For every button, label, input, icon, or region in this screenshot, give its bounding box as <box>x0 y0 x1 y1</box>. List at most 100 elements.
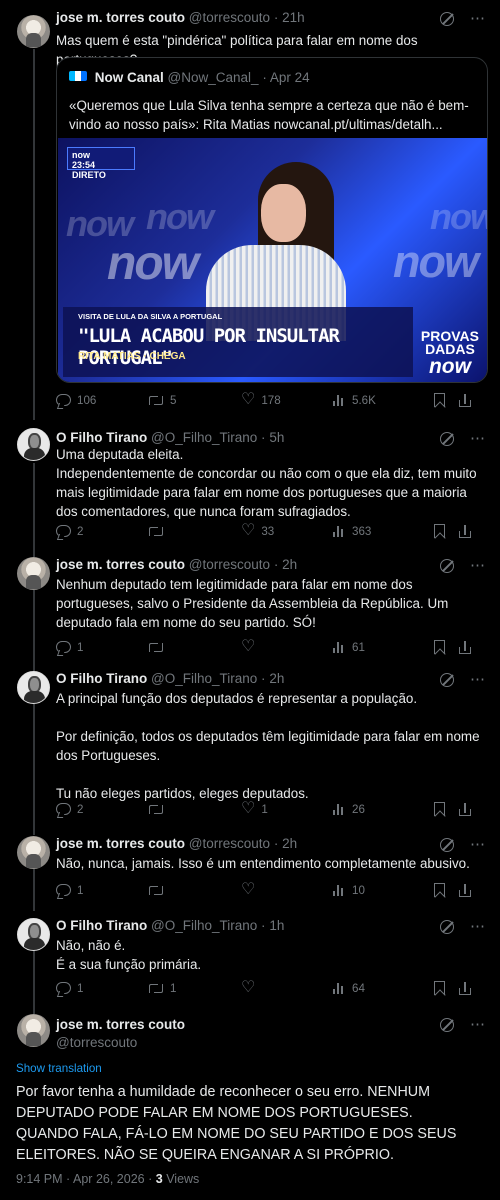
more-icon[interactable]: ⋯ <box>470 672 486 687</box>
post-time[interactable]: 2h <box>282 557 297 572</box>
reply-icon <box>56 641 71 653</box>
show-translation-link[interactable]: Show translation <box>16 1062 102 1075</box>
more-icon[interactable]: ⋯ <box>470 1017 486 1032</box>
more-icon[interactable]: ⋯ <box>470 11 486 26</box>
username[interactable]: @torrescouto <box>189 836 270 851</box>
views-button[interactable]: 64 <box>333 982 421 995</box>
grok-icon[interactable] <box>440 838 454 852</box>
like-button[interactable]: ♡ <box>241 639 333 655</box>
share-icon[interactable] <box>459 640 471 654</box>
repost-button[interactable] <box>148 525 241 537</box>
display-name[interactable]: jose m. torres couto <box>56 10 185 25</box>
like-button[interactable]: ♡ <box>241 980 333 996</box>
bookmark-icon[interactable] <box>434 393 445 407</box>
grok-icon[interactable] <box>440 12 454 26</box>
bookmark-icon[interactable] <box>434 802 445 816</box>
views-button[interactable]: 26 <box>333 803 421 816</box>
bookmark-icon[interactable] <box>434 981 445 995</box>
display-name[interactable]: jose m. torres couto <box>56 1016 486 1034</box>
reply-button[interactable]: 106 <box>56 394 148 407</box>
post[interactable]: jose m. torres couto @torrescouto · 2h ⋯… <box>0 826 500 908</box>
bookmark-icon[interactable] <box>434 640 445 654</box>
avatar[interactable] <box>17 836 50 869</box>
username[interactable]: @O_Filho_Tirano <box>151 918 257 933</box>
more-icon[interactable]: ⋯ <box>470 837 486 852</box>
repost-button[interactable]: 5 <box>148 394 241 407</box>
post[interactable]: jose m. torres couto @torrescouto · 21h … <box>0 0 500 420</box>
share-icon[interactable] <box>459 524 471 538</box>
views-button[interactable]: 61 <box>333 641 421 654</box>
reply-button[interactable]: 2 <box>56 525 148 538</box>
post[interactable]: O Filho Tirano @O_Filho_Tirano · 1h ⋯ Nã… <box>0 908 500 1008</box>
main-post-date[interactable]: Apr 26, 2026 <box>73 1172 145 1186</box>
more-icon[interactable]: ⋯ <box>470 558 486 573</box>
share-icon[interactable] <box>459 981 471 995</box>
display-name[interactable]: O Filho Tirano <box>56 918 147 933</box>
username[interactable]: @torrescouto <box>189 10 270 25</box>
like-button[interactable]: ♡ 178 <box>241 392 333 408</box>
avatar[interactable] <box>17 671 50 704</box>
post-time[interactable]: 5h <box>269 430 284 445</box>
share-icon[interactable] <box>459 802 471 816</box>
main-post-time[interactable]: 9:14 PM <box>16 1172 63 1186</box>
share-icon[interactable] <box>459 393 471 407</box>
grok-icon[interactable] <box>440 673 454 687</box>
avatar[interactable] <box>17 428 50 461</box>
quoted-username[interactable]: @Now_Canal_ <box>168 70 259 85</box>
avatar[interactable] <box>17 918 50 951</box>
view-count: 363 <box>352 524 372 538</box>
quoted-display-name[interactable]: Now Canal <box>95 70 164 85</box>
bookmark-icon[interactable] <box>434 524 445 538</box>
reply-button[interactable]: 2 <box>56 803 148 816</box>
avatar[interactable] <box>17 557 50 590</box>
quoted-post[interactable]: Now Canal @Now_Canal_ · Apr 24 «Queremos… <box>56 57 488 383</box>
post-time[interactable]: 2h <box>269 671 284 686</box>
post-time[interactable]: 1h <box>269 918 284 933</box>
bookmark-icon[interactable] <box>434 883 445 897</box>
post-controls: ⋯ <box>440 557 486 575</box>
repost-button[interactable] <box>148 884 241 896</box>
reply-button[interactable]: 1 <box>56 641 148 654</box>
main-view-label[interactable]: Views <box>166 1172 199 1186</box>
post[interactable]: O Filho Tirano @O_Filho_Tirano · 5h ⋯ Um… <box>0 420 500 555</box>
post[interactable]: jose m. torres couto @torrescouto · 2h ⋯… <box>0 547 500 659</box>
views-button[interactable]: 363 <box>333 525 421 538</box>
display-name[interactable]: jose m. torres couto <box>56 557 185 572</box>
repost-button[interactable]: 1 <box>148 982 241 995</box>
display-name[interactable]: O Filho Tirano <box>56 430 147 445</box>
username[interactable]: @O_Filho_Tirano <box>151 671 257 686</box>
more-icon[interactable]: ⋯ <box>470 919 486 934</box>
display-name[interactable]: O Filho Tirano <box>56 671 147 686</box>
like-button[interactable]: ♡ 1 <box>241 801 333 817</box>
repost-button[interactable] <box>148 803 241 815</box>
display-name[interactable]: jose m. torres couto <box>56 836 185 851</box>
more-icon[interactable]: ⋯ <box>470 431 486 446</box>
grok-icon[interactable] <box>440 1018 454 1032</box>
share-icon[interactable] <box>459 883 471 897</box>
like-button[interactable]: ♡ <box>241 882 333 898</box>
repost-button[interactable] <box>148 641 241 653</box>
username[interactable]: @O_Filho_Tirano <box>151 430 257 445</box>
post[interactable]: O Filho Tirano @O_Filho_Tirano · 2h ⋯ A … <box>0 661 500 826</box>
grok-icon[interactable] <box>440 920 454 934</box>
grok-icon[interactable] <box>440 559 454 573</box>
view-count: 26 <box>352 802 365 816</box>
post-time[interactable]: 21h <box>282 10 305 25</box>
avatar[interactable] <box>17 1014 50 1047</box>
like-button[interactable]: ♡ 33 <box>241 523 333 539</box>
video-thumbnail[interactable]: now now now now now now 23:54 DIRETO VIS… <box>58 138 487 382</box>
username[interactable]: @torrescouto <box>189 557 270 572</box>
post-time[interactable]: 2h <box>282 836 297 851</box>
avatar[interactable] <box>17 15 50 48</box>
view-count: 5.6K <box>352 393 376 407</box>
main-view-count[interactable]: 3 <box>156 1172 163 1186</box>
username[interactable]: @torrescouto <box>56 1034 486 1052</box>
views-button[interactable]: 10 <box>333 884 421 897</box>
views-button[interactable]: 5.6K <box>333 394 421 407</box>
reply-button[interactable]: 1 <box>56 982 148 995</box>
post-actions: 1 ♡ 10 <box>56 880 481 900</box>
grok-icon[interactable] <box>440 432 454 446</box>
reply-button[interactable]: 1 <box>56 884 148 897</box>
quoted-post-time[interactable]: Apr 24 <box>270 70 310 85</box>
live-logo: now <box>72 150 90 160</box>
